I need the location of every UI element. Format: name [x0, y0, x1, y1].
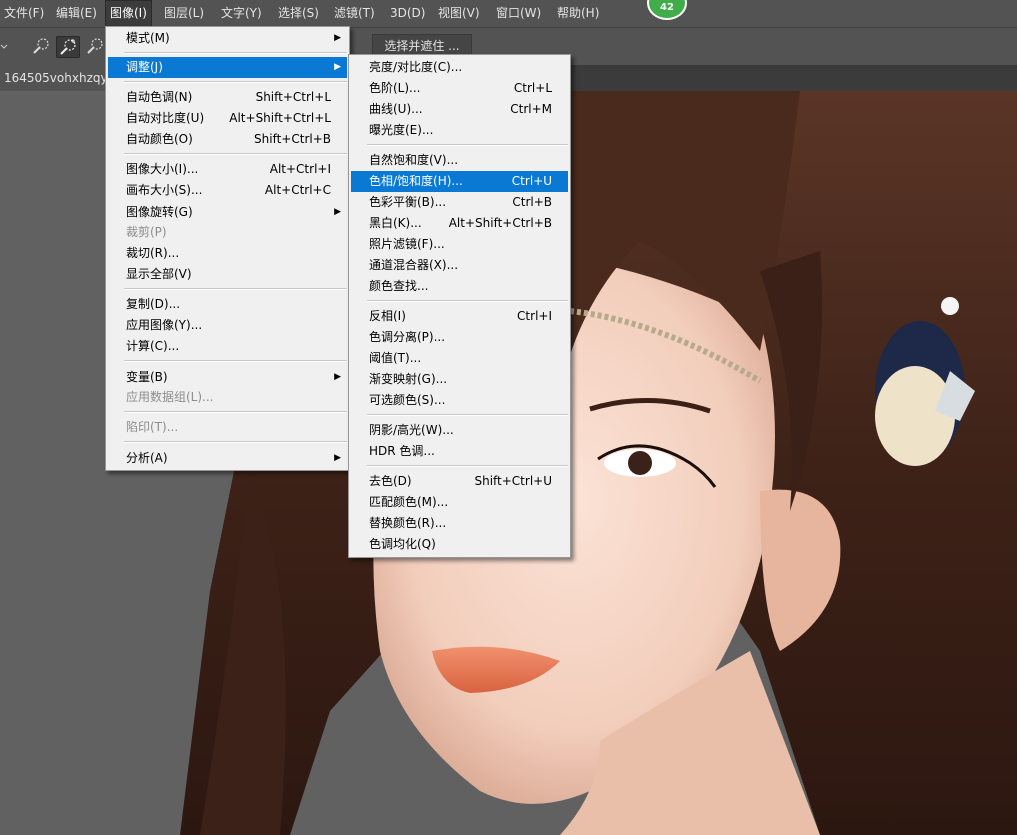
menu-item-vibrance[interactable]: 自然饱和度(V)... [351, 150, 568, 171]
menu-item-gradient-map[interactable]: 渐变映射(G)... [351, 369, 568, 390]
menu-item-apply-data-set: 应用数据组(L)... [126, 390, 214, 404]
menu-separator [367, 300, 568, 302]
chevron-down-icon[interactable] [0, 36, 10, 56]
document-tab[interactable]: 164505vohxhzqyw [0, 65, 114, 91]
menu-item-hue-saturation[interactable]: 色相/饱和度(H)... Ctrl+U [351, 171, 568, 192]
menu-separator [124, 288, 347, 290]
menu-3d[interactable]: 3D(D) [386, 0, 429, 27]
submenu-arrow-icon: ▶ [334, 33, 341, 43]
menu-item-auto-color[interactable]: 自动颜色(O) Shift+Ctrl+B [108, 129, 347, 150]
menu-bar: 文件(F) 编辑(E) 图像(I) 图层(L) 文字(Y) 选择(S) 滤镜(T… [0, 0, 1017, 27]
menu-type[interactable]: 文字(Y) [217, 0, 266, 27]
menu-item-auto-contrast[interactable]: 自动对比度(U) Alt+Shift+Ctrl+L [108, 108, 347, 129]
menu-item-adjustments[interactable]: 调整(J) ▶ [108, 57, 347, 78]
menu-item-color-lookup[interactable]: 颜色查找... [351, 276, 568, 297]
menu-item-exposure[interactable]: 曝光度(E)... [351, 120, 568, 141]
menu-file[interactable]: 文件(F) [0, 0, 48, 27]
menu-item-desaturate[interactable]: 去色(D) Shift+Ctrl+U [351, 471, 568, 492]
menu-item-shadows-highlights[interactable]: 阴影/高光(W)... [351, 420, 568, 441]
menu-image[interactable]: 图像(I) [105, 0, 152, 27]
menu-item-channel-mixer[interactable]: 通道混合器(X)... [351, 255, 568, 276]
menu-item-selective-color[interactable]: 可选颜色(S)... [351, 390, 568, 411]
menu-separator [367, 144, 568, 146]
menu-item-calculations[interactable]: 计算(C)... [108, 336, 347, 357]
menu-item-black-white[interactable]: 黑白(K)... Alt+Shift+Ctrl+B [351, 213, 568, 234]
menu-separator [124, 360, 347, 362]
menu-item-apply-image[interactable]: 应用图像(Y)... [108, 315, 347, 336]
menu-item-color-balance[interactable]: 色彩平衡(B)... Ctrl+B [351, 192, 568, 213]
menu-item-brightness-contrast[interactable]: 亮度/对比度(C)... [351, 57, 568, 78]
menu-separator [124, 52, 347, 54]
menu-view[interactable]: 视图(V) [434, 0, 484, 27]
menu-layer[interactable]: 图层(L) [160, 0, 208, 27]
submenu-arrow-icon: ▶ [334, 453, 341, 463]
menu-item-hdr-toning[interactable]: HDR 色调... [351, 441, 568, 462]
menu-item-canvas-size[interactable]: 画布大小(S)... Alt+Ctrl+C [108, 180, 347, 201]
menu-separator [367, 465, 568, 467]
quick-select-subtract-icon[interactable] [84, 36, 104, 56]
menu-filter[interactable]: 滤镜(T) [330, 0, 379, 27]
menu-separator [124, 441, 347, 443]
adjustments-submenu: 亮度/对比度(C)... 色阶(L)... Ctrl+L 曲线(U)... Ctrl… [348, 54, 571, 558]
quick-select-new-icon[interactable] [30, 36, 52, 56]
menu-item-photo-filter[interactable]: 照片滤镜(F)... [351, 234, 568, 255]
menu-select[interactable]: 选择(S) [274, 0, 323, 27]
menu-item-replace-color[interactable]: 替换颜色(R)... [351, 513, 568, 534]
image-menu: 模式(M) ▶ 调整(J) ▶ 自动色调(N) Shift+Ctrl+L 自动对比度(… [105, 26, 350, 471]
menu-separator [124, 411, 347, 413]
menu-item-image-rotation[interactable]: 图像旋转(G) ▶ [108, 202, 347, 223]
notification-badge: 42 [647, 0, 687, 20]
menu-help[interactable]: 帮助(H) [553, 0, 603, 27]
menu-item-match-color[interactable]: 匹配颜色(M)... [351, 492, 568, 513]
menu-item-equalize[interactable]: 色调均化(Q) [351, 534, 568, 555]
menu-item-auto-tone[interactable]: 自动色调(N) Shift+Ctrl+L [108, 87, 347, 108]
menu-separator [124, 81, 347, 83]
menu-item-trim[interactable]: 裁切(R)... [108, 243, 347, 264]
menu-item-curves[interactable]: 曲线(U)... Ctrl+M [351, 99, 568, 120]
menu-item-analysis[interactable]: 分析(A) ▶ [108, 448, 347, 469]
menu-separator [367, 414, 568, 416]
quick-select-add-icon[interactable] [56, 36, 80, 58]
menu-item-variables[interactable]: 变量(B) ▶ [108, 367, 347, 388]
submenu-arrow-icon: ▶ [334, 207, 341, 217]
menu-item-image-size[interactable]: 图像大小(I)... Alt+Ctrl+I [108, 159, 347, 180]
menu-item-levels[interactable]: 色阶(L)... Ctrl+L [351, 78, 568, 99]
menu-item-mode[interactable]: 模式(M) ▶ [108, 28, 347, 49]
submenu-arrow-icon: ▶ [334, 372, 341, 382]
menu-item-crop: 裁剪(P) [126, 225, 167, 239]
menu-item-posterize[interactable]: 色调分离(P)... [351, 327, 568, 348]
menu-item-reveal-all[interactable]: 显示全部(V) [108, 264, 347, 285]
menu-window[interactable]: 窗口(W) [492, 0, 545, 27]
menu-edit[interactable]: 编辑(E) [52, 0, 101, 27]
menu-separator [124, 153, 347, 155]
menu-item-invert[interactable]: 反相(I) Ctrl+I [351, 306, 568, 327]
menu-item-trap: 陷印(T)... [126, 420, 179, 434]
menu-item-threshold[interactable]: 阈值(T)... [351, 348, 568, 369]
menu-item-duplicate[interactable]: 复制(D)... [108, 294, 347, 315]
submenu-arrow-icon: ▶ [334, 62, 341, 72]
